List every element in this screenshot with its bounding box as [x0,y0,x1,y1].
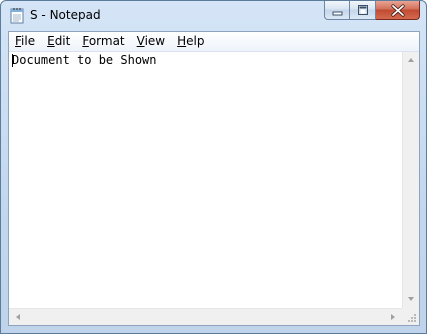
maximize-icon [358,5,368,15]
menu-edit[interactable]: Edit [41,32,76,51]
menu-format[interactable]: Format [76,32,130,51]
close-icon [391,4,405,17]
menu-help[interactable]: Help [171,32,210,51]
menu-edit-label: dit [54,34,71,48]
minimize-button[interactable] [324,1,350,20]
scroll-right-arrow-icon[interactable] [385,309,401,325]
menu-view-mnemonic: V [136,34,145,48]
caption-buttons [324,1,420,21]
minimize-icon [332,11,343,16]
menu-file[interactable]: File [9,32,41,51]
vertical-scrollbar[interactable] [402,52,419,308]
window-title: S - Notepad [30,8,101,22]
menu-file-label: ile [21,34,36,48]
menu-help-mnemonic: H [177,34,187,48]
close-button[interactable] [376,1,420,20]
editor-content: Document to be Shown [12,53,157,67]
menu-view[interactable]: View [131,32,171,51]
title-bar[interactable]: S - Notepad [1,1,426,31]
menu-format-label: ormat [88,34,125,48]
menu-view-label: iew [144,34,166,48]
menu-bar: File Edit Format View Help [9,32,419,52]
scroll-left-arrow-icon[interactable] [10,309,26,325]
size-grip[interactable] [402,308,419,325]
maximize-button[interactable] [350,1,376,20]
text-editor[interactable]: Document to be Shown [9,52,402,308]
notepad-window: S - Notepad File Edit Format View Help D… [0,0,427,334]
notepad-icon[interactable] [10,7,24,24]
scroll-up-arrow-icon[interactable] [403,52,419,68]
horizontal-scrollbar[interactable] [9,308,402,325]
scroll-down-arrow-icon[interactable] [403,291,419,307]
menu-help-label: elp [186,34,205,48]
text-caret [12,54,13,67]
client-area: File Edit Format View Help Document to b… [8,31,420,326]
resize-grip-icon[interactable] [402,308,419,325]
menu-edit-mnemonic: E [47,34,55,48]
